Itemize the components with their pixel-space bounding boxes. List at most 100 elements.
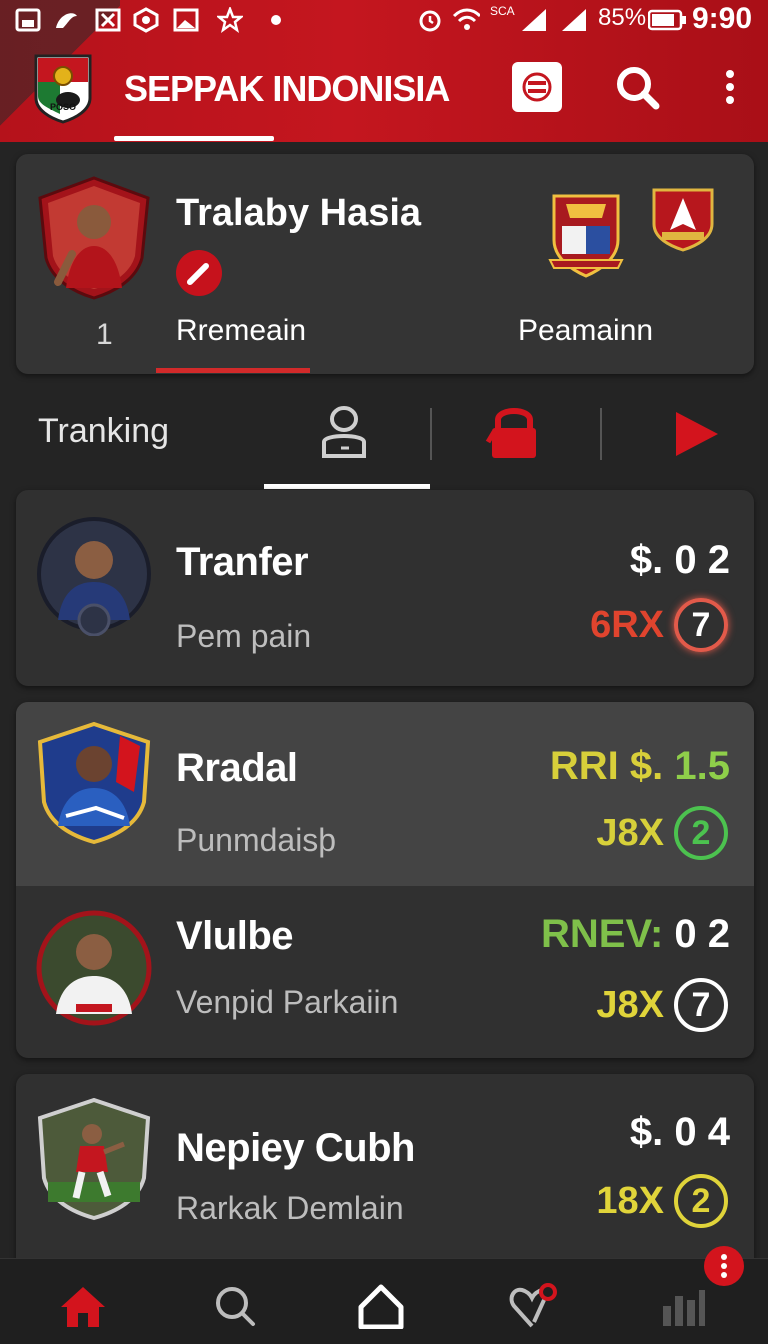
edit-button[interactable] xyxy=(176,250,222,296)
price-value: $. 0 4 xyxy=(629,1110,730,1154)
player-price: RNEV: 0 2 xyxy=(541,912,730,957)
tab-remain[interactable]: Rremeain xyxy=(176,314,306,348)
profile-number: 1 xyxy=(96,318,113,351)
player-card[interactable]: Nepiey Cubh Rarkak Demlain $. 0 4 18X 2 xyxy=(16,1074,754,1270)
nav-house[interactable] xyxy=(356,1281,406,1331)
image-icon xyxy=(172,6,200,34)
app-title: SEPPAK INDONISIA xyxy=(124,68,450,109)
player-multiplier: J8X 2 xyxy=(596,806,728,860)
battery-icon xyxy=(648,6,688,34)
filter-divider-2 xyxy=(600,408,602,460)
app-bar: POSO SEPPAK INDONISIA xyxy=(0,40,768,142)
player-subtitle: Pem pain xyxy=(176,618,312,654)
profile-avatar[interactable] xyxy=(36,176,152,300)
multiplier-value: J8X xyxy=(596,983,664,1026)
app-title-indicator xyxy=(114,136,274,141)
profile-card[interactable]: 1 Tralaby Hasia Rremeain Peamainn xyxy=(16,154,754,374)
rank-badge: 2 xyxy=(674,1174,728,1228)
player-card[interactable]: Vlulbe Venpid Parkaiin RNEV: 0 2 J8X 7 xyxy=(16,886,754,1058)
signal-icon-2 xyxy=(560,6,588,34)
lock-icon xyxy=(485,408,536,458)
signal-icon xyxy=(520,6,548,34)
player-card-group: Rradal Punmdaisþ RRI $. 1.5 J8X 2 Vlulbe… xyxy=(16,702,754,1058)
stats-icon xyxy=(663,1290,705,1326)
player-price: $. 0 2 xyxy=(630,538,730,583)
nav-search[interactable] xyxy=(210,1281,260,1331)
player-card[interactable]: Tranfer Pem pain $. 0 2 6RX 7 xyxy=(16,490,754,686)
filter-active-indicator xyxy=(264,484,430,489)
heart-pin-icon xyxy=(509,1283,557,1328)
multiplier-value: J8X xyxy=(596,811,664,854)
price-value: 0 2 xyxy=(674,912,730,956)
price-value: $. 0 2 xyxy=(629,538,730,582)
live-button[interactable] xyxy=(512,62,562,112)
house-outline-icon xyxy=(358,1284,404,1329)
player-price: RRI $. 1.5 xyxy=(550,744,730,789)
alarm-icon xyxy=(416,6,444,34)
player-name: Vlulbe xyxy=(176,914,294,958)
club-crest-2[interactable] xyxy=(648,184,718,259)
filter-bar: Tranking xyxy=(0,390,768,490)
player-subtitle: Venpid Parkaiin xyxy=(176,984,399,1020)
hexagon-icon xyxy=(132,6,160,34)
player-avatar xyxy=(36,908,152,1028)
profile-name: Tralaby Hasia xyxy=(176,192,422,234)
filter-tab-players[interactable] xyxy=(314,402,374,462)
tab-remain-indicator xyxy=(156,368,310,373)
search-icon xyxy=(216,1287,255,1326)
player-subtitle: Punmdaisþ xyxy=(176,822,337,858)
more-menu-button[interactable] xyxy=(706,62,754,112)
more-vert-icon xyxy=(721,1254,727,1278)
app-logo[interactable]: POSO xyxy=(30,52,96,124)
pencil-icon xyxy=(186,263,209,286)
network-label: SCA xyxy=(490,4,515,18)
more-vert-icon xyxy=(726,70,734,104)
price-prefix: RRI $. xyxy=(549,744,664,788)
player-multiplier: 18X 2 xyxy=(596,1174,728,1228)
filter-tab-locked[interactable] xyxy=(484,402,544,462)
multiplier-value: 6RX xyxy=(590,603,664,646)
wifi-icon xyxy=(452,6,480,34)
bird-icon xyxy=(52,6,80,34)
player-subtitle: Rarkak Demlain xyxy=(176,1190,404,1226)
rank-badge: 2 xyxy=(674,806,728,860)
price-prefix: RNEV: xyxy=(541,912,664,956)
player-card-highlight[interactable]: Rradal Punmdaisþ RRI $. 1.5 J8X 2 xyxy=(16,702,754,886)
live-icon xyxy=(522,72,552,102)
battery-percent: 85% xyxy=(598,4,647,31)
search-button[interactable] xyxy=(612,62,662,112)
nav-home[interactable] xyxy=(58,1281,108,1331)
player-name: Nepiey Cubh xyxy=(176,1126,415,1170)
multiplier-value: 18X xyxy=(596,1179,664,1222)
search-icon xyxy=(617,67,660,110)
player-multiplier: 6RX 7 xyxy=(590,598,728,652)
home-icon xyxy=(61,1287,105,1327)
bottom-nav xyxy=(0,1258,768,1344)
rank-badge: 7 xyxy=(674,598,728,652)
club-crest-1[interactable] xyxy=(546,188,626,283)
sd-card-icon xyxy=(14,6,42,34)
play-icon xyxy=(676,412,718,456)
player-avatar xyxy=(36,721,152,845)
top-bar: SCA 85% 9:90 POSO SEPPAK INDONISIA xyxy=(0,0,768,142)
dot-icon xyxy=(262,6,290,34)
price-value: 1.5 xyxy=(674,744,730,788)
player-name: Rradal xyxy=(176,746,298,790)
logo-text: POSO xyxy=(50,102,77,112)
star-icon xyxy=(216,6,244,34)
player-multiplier: J8X 7 xyxy=(596,978,728,1032)
player-icon xyxy=(322,406,366,458)
status-bar: SCA 85% 9:90 xyxy=(0,0,768,40)
nav-favorites[interactable] xyxy=(508,1281,558,1331)
filter-label: Tranking xyxy=(38,412,170,450)
tab-players[interactable]: Peamainn xyxy=(518,314,653,348)
filter-tab-play[interactable] xyxy=(664,402,724,462)
floating-menu-button[interactable] xyxy=(704,1246,744,1286)
close-box-icon xyxy=(94,6,122,34)
player-avatar xyxy=(36,1097,152,1222)
filter-divider xyxy=(430,408,432,460)
clock: 9:90 xyxy=(691,2,752,35)
nav-stats[interactable] xyxy=(658,1281,708,1331)
player-price: $. 0 4 xyxy=(630,1110,730,1155)
player-avatar xyxy=(36,516,152,637)
